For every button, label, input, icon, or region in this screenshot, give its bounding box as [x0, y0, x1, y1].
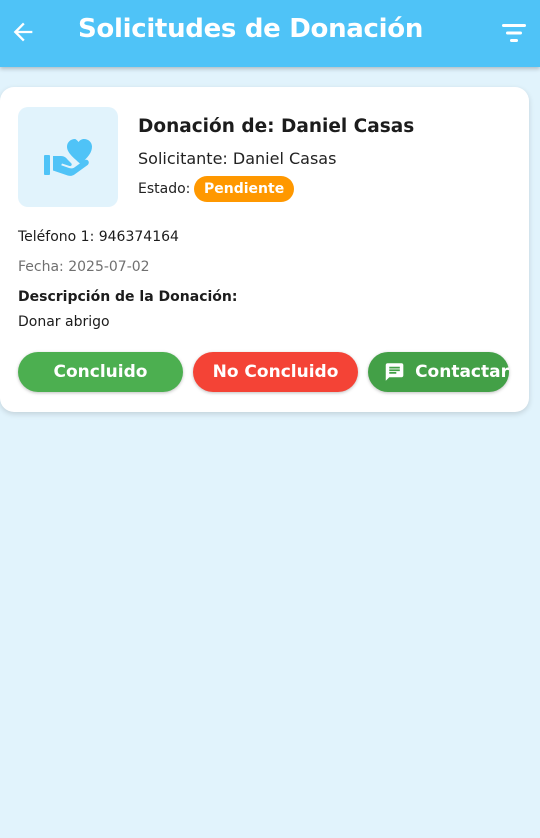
arrow-left-icon: [13, 22, 33, 42]
donation-request-card: Donación de: Daniel Casas Solicitante: D…: [0, 87, 529, 412]
app-bar: Solicitudes de Donación: [0, 0, 540, 67]
concluded-button[interactable]: Concluido: [18, 352, 183, 392]
contact-button-label: Contactar: [415, 362, 509, 382]
donation-thumbnail: [18, 107, 118, 207]
back-button[interactable]: [9, 18, 37, 46]
requester-name: Solicitante: Daniel Casas: [138, 149, 337, 168]
status-label: Estado:: [138, 181, 191, 197]
contact-button[interactable]: Contactar: [368, 352, 509, 392]
phone-number: Teléfono 1: 946374164: [18, 229, 179, 245]
request-date: Fecha: 2025-07-02: [18, 259, 150, 275]
description-heading: Descripción de la Donación:: [18, 289, 238, 305]
volunteer-activism-icon: [44, 139, 92, 176]
filter-button[interactable]: [500, 20, 528, 46]
filter-list-icon: [502, 24, 526, 42]
not-concluded-button-label: No Concluido: [212, 362, 339, 382]
status-badge: Pendiente: [194, 176, 295, 202]
page-title: Solicitudes de Donación: [78, 14, 424, 44]
concluded-button-label: Concluido: [53, 362, 148, 382]
description-text: Donar abrigo: [18, 314, 110, 330]
donation-title: Donación de: Daniel Casas: [138, 116, 415, 137]
chat-icon: [385, 363, 404, 381]
not-concluded-button[interactable]: No Concluido: [193, 352, 358, 392]
